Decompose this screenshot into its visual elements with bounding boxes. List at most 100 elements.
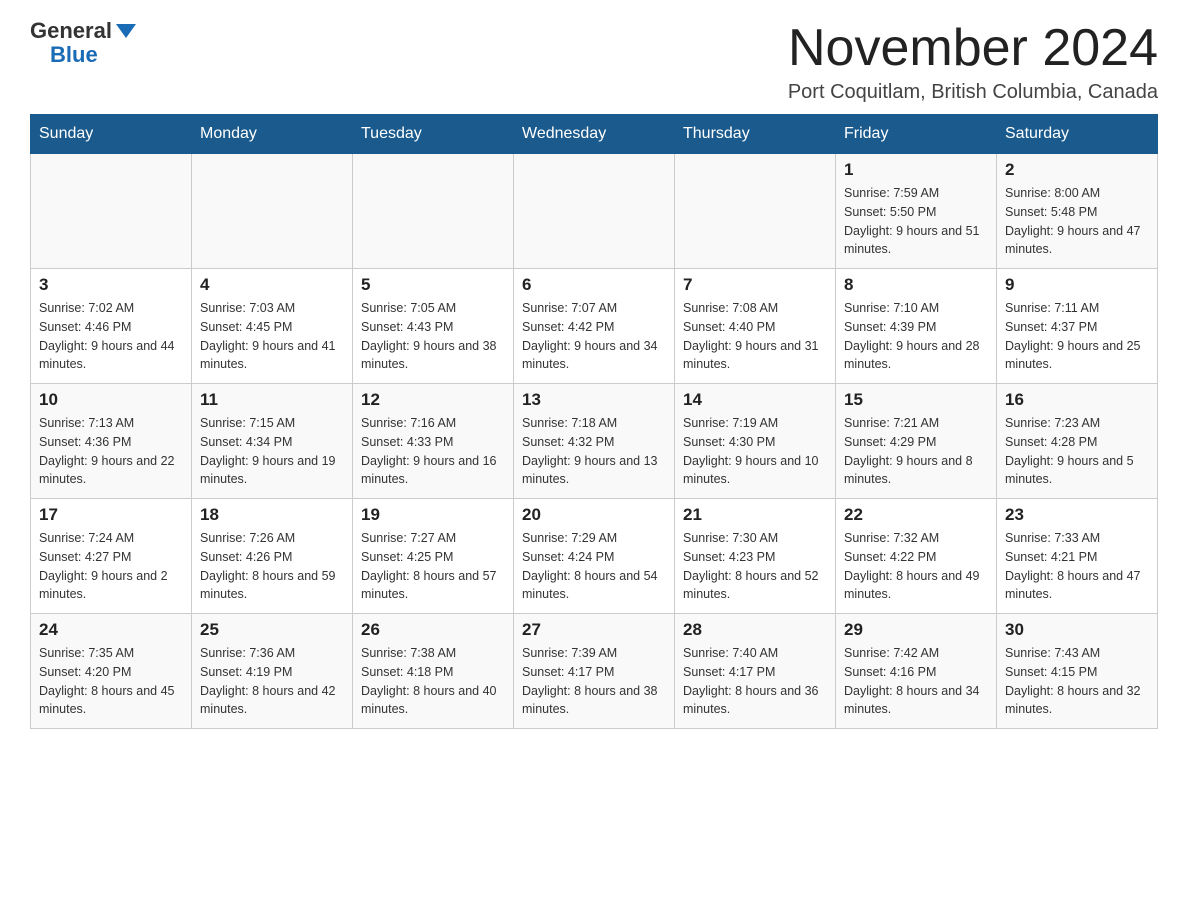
day-number: 27: [522, 620, 666, 640]
day-number: 18: [200, 505, 344, 525]
day-number: 21: [683, 505, 827, 525]
calendar-cell: 18 Sunrise: 7:26 AMSunset: 4:26 PMDayligh…: [192, 499, 353, 614]
day-info: Sunrise: 7:21 AMSunset: 4:29 PMDaylight:…: [844, 414, 988, 489]
day-number: 23: [1005, 505, 1149, 525]
calendar-cell: 21 Sunrise: 7:30 AMSunset: 4:23 PMDayligh…: [675, 499, 836, 614]
day-of-week-header: Tuesday: [353, 115, 514, 154]
calendar-cell: 11 Sunrise: 7:15 AMSunset: 4:34 PMDayligh…: [192, 384, 353, 499]
day-number: 26: [361, 620, 505, 640]
calendar-cell: 29 Sunrise: 7:42 AMSunset: 4:16 PMDayligh…: [836, 614, 997, 729]
day-info: Sunrise: 7:02 AMSunset: 4:46 PMDaylight:…: [39, 299, 183, 374]
day-number: 2: [1005, 160, 1149, 180]
day-info: Sunrise: 7:40 AMSunset: 4:17 PMDaylight:…: [683, 644, 827, 719]
calendar-cell: 3 Sunrise: 7:02 AMSunset: 4:46 PMDaylight…: [31, 269, 192, 384]
day-info: Sunrise: 7:36 AMSunset: 4:19 PMDaylight:…: [200, 644, 344, 719]
calendar-cell: 25 Sunrise: 7:36 AMSunset: 4:19 PMDayligh…: [192, 614, 353, 729]
day-info: Sunrise: 7:19 AMSunset: 4:30 PMDaylight:…: [683, 414, 827, 489]
day-number: 10: [39, 390, 183, 410]
day-info: Sunrise: 7:42 AMSunset: 4:16 PMDaylight:…: [844, 644, 988, 719]
calendar-cell: 26 Sunrise: 7:38 AMSunset: 4:18 PMDayligh…: [353, 614, 514, 729]
calendar-cell: 7 Sunrise: 7:08 AMSunset: 4:40 PMDaylight…: [675, 269, 836, 384]
calendar-cell: 16 Sunrise: 7:23 AMSunset: 4:28 PMDayligh…: [997, 384, 1158, 499]
day-info: Sunrise: 7:13 AMSunset: 4:36 PMDaylight:…: [39, 414, 183, 489]
day-info: Sunrise: 7:07 AMSunset: 4:42 PMDaylight:…: [522, 299, 666, 374]
day-info: Sunrise: 7:29 AMSunset: 4:24 PMDaylight:…: [522, 529, 666, 604]
calendar-cell: 24Sunrise: 7:35 AMSunset: 4:20 PMDayligh…: [31, 614, 192, 729]
calendar-cell: [31, 154, 192, 269]
day-info: Sunrise: 7:15 AMSunset: 4:34 PMDaylight:…: [200, 414, 344, 489]
day-of-week-header: Wednesday: [514, 115, 675, 154]
day-of-week-header: Friday: [836, 115, 997, 154]
calendar-table: SundayMondayTuesdayWednesdayThursdayFrid…: [30, 114, 1158, 729]
calendar-cell: 12 Sunrise: 7:16 AMSunset: 4:33 PMDayligh…: [353, 384, 514, 499]
calendar-cell: 22 Sunrise: 7:32 AMSunset: 4:22 PMDayligh…: [836, 499, 997, 614]
calendar-week-row: 24Sunrise: 7:35 AMSunset: 4:20 PMDayligh…: [31, 614, 1158, 729]
calendar-header-row: SundayMondayTuesdayWednesdayThursdayFrid…: [31, 115, 1158, 154]
calendar-week-row: 10 Sunrise: 7:13 AMSunset: 4:36 PMDayligh…: [31, 384, 1158, 499]
day-number: 12: [361, 390, 505, 410]
day-info: Sunrise: 7:32 AMSunset: 4:22 PMDaylight:…: [844, 529, 988, 604]
calendar-cell: 4Sunrise: 7:03 AMSunset: 4:45 PMDaylight…: [192, 269, 353, 384]
day-info: Sunrise: 7:59 AMSunset: 5:50 PMDaylight:…: [844, 184, 988, 259]
day-info: Sunrise: 7:23 AMSunset: 4:28 PMDaylight:…: [1005, 414, 1149, 489]
calendar-cell: 28 Sunrise: 7:40 AMSunset: 4:17 PMDayligh…: [675, 614, 836, 729]
day-number: 22: [844, 505, 988, 525]
day-info: Sunrise: 7:18 AMSunset: 4:32 PMDaylight:…: [522, 414, 666, 489]
header: General Blue November 2024 Port Coquitla…: [30, 20, 1158, 104]
day-number: 3: [39, 275, 183, 295]
logo-triangle-icon: [116, 24, 136, 38]
day-number: 30: [1005, 620, 1149, 640]
calendar-cell: 6 Sunrise: 7:07 AMSunset: 4:42 PMDaylight…: [514, 269, 675, 384]
day-of-week-header: Saturday: [997, 115, 1158, 154]
day-info: Sunrise: 7:30 AMSunset: 4:23 PMDaylight:…: [683, 529, 827, 604]
day-number: 8: [844, 275, 988, 295]
day-of-week-header: Thursday: [675, 115, 836, 154]
day-number: 16: [1005, 390, 1149, 410]
calendar-cell: 5 Sunrise: 7:05 AMSunset: 4:43 PMDaylight…: [353, 269, 514, 384]
day-info: Sunrise: 7:35 AMSunset: 4:20 PMDaylight:…: [39, 644, 183, 719]
day-number: 14: [683, 390, 827, 410]
day-number: 29: [844, 620, 988, 640]
day-number: 6: [522, 275, 666, 295]
calendar-cell: 27Sunrise: 7:39 AMSunset: 4:17 PMDayligh…: [514, 614, 675, 729]
calendar-cell: [192, 154, 353, 269]
calendar-cell: 30Sunrise: 7:43 AMSunset: 4:15 PMDayligh…: [997, 614, 1158, 729]
calendar-cell: 17Sunrise: 7:24 AMSunset: 4:27 PMDayligh…: [31, 499, 192, 614]
day-number: 7: [683, 275, 827, 295]
calendar-cell: 2Sunrise: 8:00 AMSunset: 5:48 PMDaylight…: [997, 154, 1158, 269]
day-info: Sunrise: 7:38 AMSunset: 4:18 PMDaylight:…: [361, 644, 505, 719]
day-info: Sunrise: 7:33 AMSunset: 4:21 PMDaylight:…: [1005, 529, 1149, 604]
calendar-subtitle: Port Coquitlam, British Columbia, Canada: [788, 81, 1158, 104]
calendar-cell: 14 Sunrise: 7:19 AMSunset: 4:30 PMDayligh…: [675, 384, 836, 499]
calendar-week-row: 3 Sunrise: 7:02 AMSunset: 4:46 PMDaylight…: [31, 269, 1158, 384]
day-info: Sunrise: 7:05 AMSunset: 4:43 PMDaylight:…: [361, 299, 505, 374]
day-number: 5: [361, 275, 505, 295]
day-info: Sunrise: 7:03 AMSunset: 4:45 PMDaylight:…: [200, 299, 344, 374]
logo-general: General: [30, 20, 112, 42]
day-number: 13: [522, 390, 666, 410]
day-number: 1: [844, 160, 988, 180]
day-info: Sunrise: 7:24 AMSunset: 4:27 PMDaylight:…: [39, 529, 183, 604]
day-number: 19: [361, 505, 505, 525]
day-number: 9: [1005, 275, 1149, 295]
day-number: 15: [844, 390, 988, 410]
calendar-cell: 19Sunrise: 7:27 AMSunset: 4:25 PMDayligh…: [353, 499, 514, 614]
calendar-cell: 13 Sunrise: 7:18 AMSunset: 4:32 PMDayligh…: [514, 384, 675, 499]
day-number: 11: [200, 390, 344, 410]
calendar-title: November 2024: [788, 20, 1158, 77]
day-of-week-header: Monday: [192, 115, 353, 154]
calendar-cell: 8Sunrise: 7:10 AMSunset: 4:39 PMDaylight…: [836, 269, 997, 384]
day-info: Sunrise: 7:08 AMSunset: 4:40 PMDaylight:…: [683, 299, 827, 374]
calendar-cell: 20Sunrise: 7:29 AMSunset: 4:24 PMDayligh…: [514, 499, 675, 614]
logo: General Blue: [30, 20, 136, 68]
calendar-cell: 1 Sunrise: 7:59 AMSunset: 5:50 PMDaylight…: [836, 154, 997, 269]
day-info: Sunrise: 7:26 AMSunset: 4:26 PMDaylight:…: [200, 529, 344, 604]
day-number: 28: [683, 620, 827, 640]
calendar-cell: 15 Sunrise: 7:21 AMSunset: 4:29 PMDayligh…: [836, 384, 997, 499]
calendar-cell: [353, 154, 514, 269]
calendar-cell: 23 Sunrise: 7:33 AMSunset: 4:21 PMDayligh…: [997, 499, 1158, 614]
calendar-cell: 9Sunrise: 7:11 AMSunset: 4:37 PMDaylight…: [997, 269, 1158, 384]
day-number: 25: [200, 620, 344, 640]
day-info: Sunrise: 7:16 AMSunset: 4:33 PMDaylight:…: [361, 414, 505, 489]
calendar-cell: [514, 154, 675, 269]
